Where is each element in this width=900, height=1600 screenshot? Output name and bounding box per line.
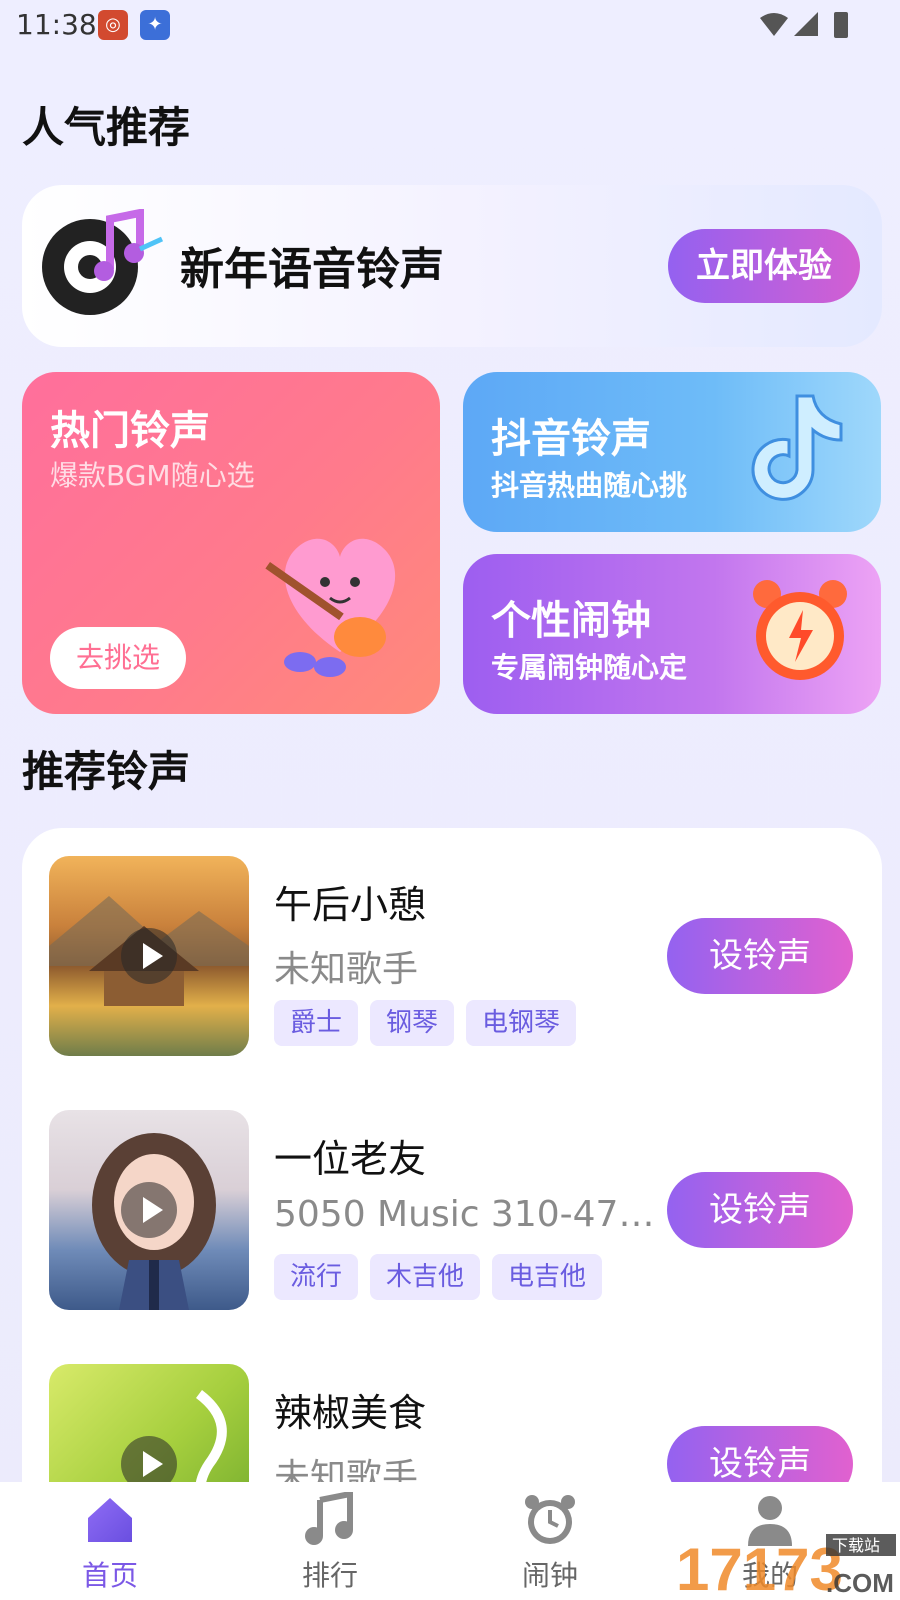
song-cover-image [49, 1110, 249, 1310]
nav-item-alarm[interactable]: 闹钟 [490, 1492, 610, 1592]
song-tag[interactable]: 电吉他 [492, 1254, 603, 1300]
nav-label: 首页 [81, 1559, 138, 1592]
song-tag[interactable]: 流行 [274, 1254, 359, 1300]
notification-app-icon: ◎ [98, 10, 128, 40]
nav-item-ranking[interactable]: 排行 [270, 1492, 390, 1592]
play-icon[interactable] [121, 928, 177, 984]
section-title-popular: 人气推荐 [22, 103, 191, 152]
hot-card-subtitle: 爆款BGM随心选 [50, 459, 255, 492]
site-watermark-logo: 17173 下载站 .COM [676, 1534, 896, 1598]
battery-icon [834, 12, 848, 38]
douyin-card-subtitle: 抖音热曲随心挑 [491, 469, 688, 502]
play-icon[interactable] [121, 1182, 177, 1238]
svg-text:.COM: .COM [826, 1568, 894, 1598]
nav-label: 排行 [301, 1559, 358, 1592]
wifi-icon [760, 13, 788, 36]
list-item[interactable]: 午后小憩 未知歌手 爵士 钢琴 电钢琴 设铃声 [22, 856, 882, 1056]
list-item[interactable]: 一位老友 5050 Music 310-478-9… 流行 木吉他 电吉他 设铃… [22, 1110, 882, 1310]
alarm-clock-icon [525, 1495, 575, 1544]
nav-label: 闹钟 [521, 1559, 578, 1592]
song-title: 午后小憩 [274, 883, 427, 927]
section-title-recommend: 推荐铃声 [22, 747, 191, 796]
signal-icon [794, 12, 818, 36]
svg-text:下载站: 下载站 [832, 1536, 880, 1555]
song-tag[interactable]: 爵士 [274, 1000, 359, 1046]
status-bar: 11:38 ◎ ✦ [0, 0, 900, 50]
song-tag[interactable]: 电钢琴 [466, 1000, 577, 1046]
alarm-card-title: 个性闹钟 [491, 598, 651, 644]
set-ringtone-button[interactable]: 设铃声 [667, 1172, 853, 1248]
notification-app-icon: ✦ [140, 10, 170, 40]
alarm-card-subtitle: 专属闹钟随心定 [491, 651, 688, 684]
douyin-ringtones-card[interactable]: 抖音铃声 抖音热曲随心挑 [463, 372, 881, 532]
home-icon [88, 1498, 132, 1542]
svg-text:17173: 17173 [676, 1536, 843, 1598]
nav-item-home[interactable]: 首页 [50, 1492, 170, 1592]
heart-guitar-mascot-icon [265, 538, 396, 677]
douyin-card-title: 抖音铃声 [491, 416, 651, 462]
song-title: 辣椒美食 [274, 1391, 427, 1435]
song-cover-image [49, 856, 249, 1056]
go-pick-button[interactable]: 去挑选 [50, 627, 186, 689]
status-time: 11:38 [16, 8, 97, 41]
song-artist: 未知歌手 [274, 949, 419, 990]
vinyl-music-icon [42, 209, 164, 315]
song-artist: 5050 Music 310-478-9… [274, 1194, 664, 1235]
new-year-ringtone-banner[interactable]: 新年语音铃声 立即体验 [22, 185, 882, 347]
song-tag[interactable]: 钢琴 [370, 1000, 455, 1046]
tiktok-logo-icon [751, 394, 843, 501]
song-tags: 爵士 钢琴 电钢琴 [274, 1000, 577, 1046]
song-tag[interactable]: 木吉他 [370, 1254, 481, 1300]
custom-alarm-card[interactable]: 个性闹钟 专属闹钟随心定 [463, 554, 881, 714]
hot-ringtones-card[interactable]: 热门铃声 爆款BGM随心选 去挑选 [22, 372, 440, 714]
status-icons [760, 12, 848, 38]
try-now-button[interactable]: 立即体验 [668, 229, 860, 303]
alarm-clock-art-icon [753, 580, 847, 680]
banner-title: 新年语音铃声 [180, 244, 444, 295]
song-tags: 流行 木吉他 电吉他 [274, 1254, 603, 1300]
song-title: 一位老友 [274, 1137, 427, 1181]
hot-card-title: 热门铃声 [50, 408, 210, 454]
set-ringtone-button[interactable]: 设铃声 [667, 918, 853, 994]
music-note-icon [305, 1492, 353, 1545]
